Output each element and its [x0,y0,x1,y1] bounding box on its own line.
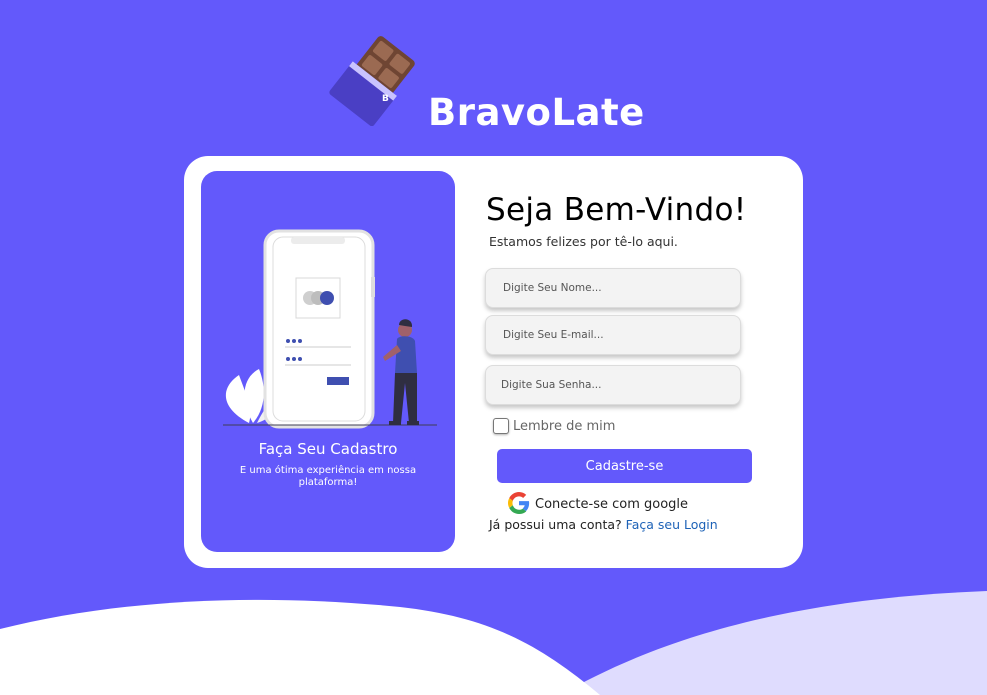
google-signin-button[interactable]: Conecte-se com google [508,492,708,514]
signup-promo-panel: Faça Seu Cadastro E uma ótima experiênci… [201,171,455,552]
remember-label: Lembre de mim [513,419,616,434]
background-waves [0,591,987,695]
promo-title: Faça Seu Cadastro [258,440,398,458]
password-input[interactable] [485,365,741,405]
logo-badge-letter: B [382,94,389,104]
promo-subtitle: E uma ótima experiência em nossa platafo… [239,465,417,488]
phone-signup-illustration [223,229,437,429]
brand-logo[interactable]: B BravoLate [328,36,648,131]
welcome-tagline: Estamos felizes por tê-lo aqui. [489,234,678,249]
name-input[interactable] [485,268,741,308]
brand-name: BravoLate [428,91,645,134]
google-icon [508,492,530,514]
google-signin-label: Conecte-se com google [535,497,689,512]
email-input[interactable] [485,315,741,355]
remember-checkbox[interactable] [493,418,509,434]
login-prompt: Já possui uma conta? Faça seu Login [489,517,718,533]
have-account-text: Já possui uma conta? [489,517,622,532]
login-link[interactable]: Faça seu Login [626,517,718,532]
welcome-heading: Seja Bem-Vindo! [486,192,747,228]
signup-button[interactable]: Cadastre-se [497,449,752,483]
chocolate-bar-icon: B [329,36,415,126]
